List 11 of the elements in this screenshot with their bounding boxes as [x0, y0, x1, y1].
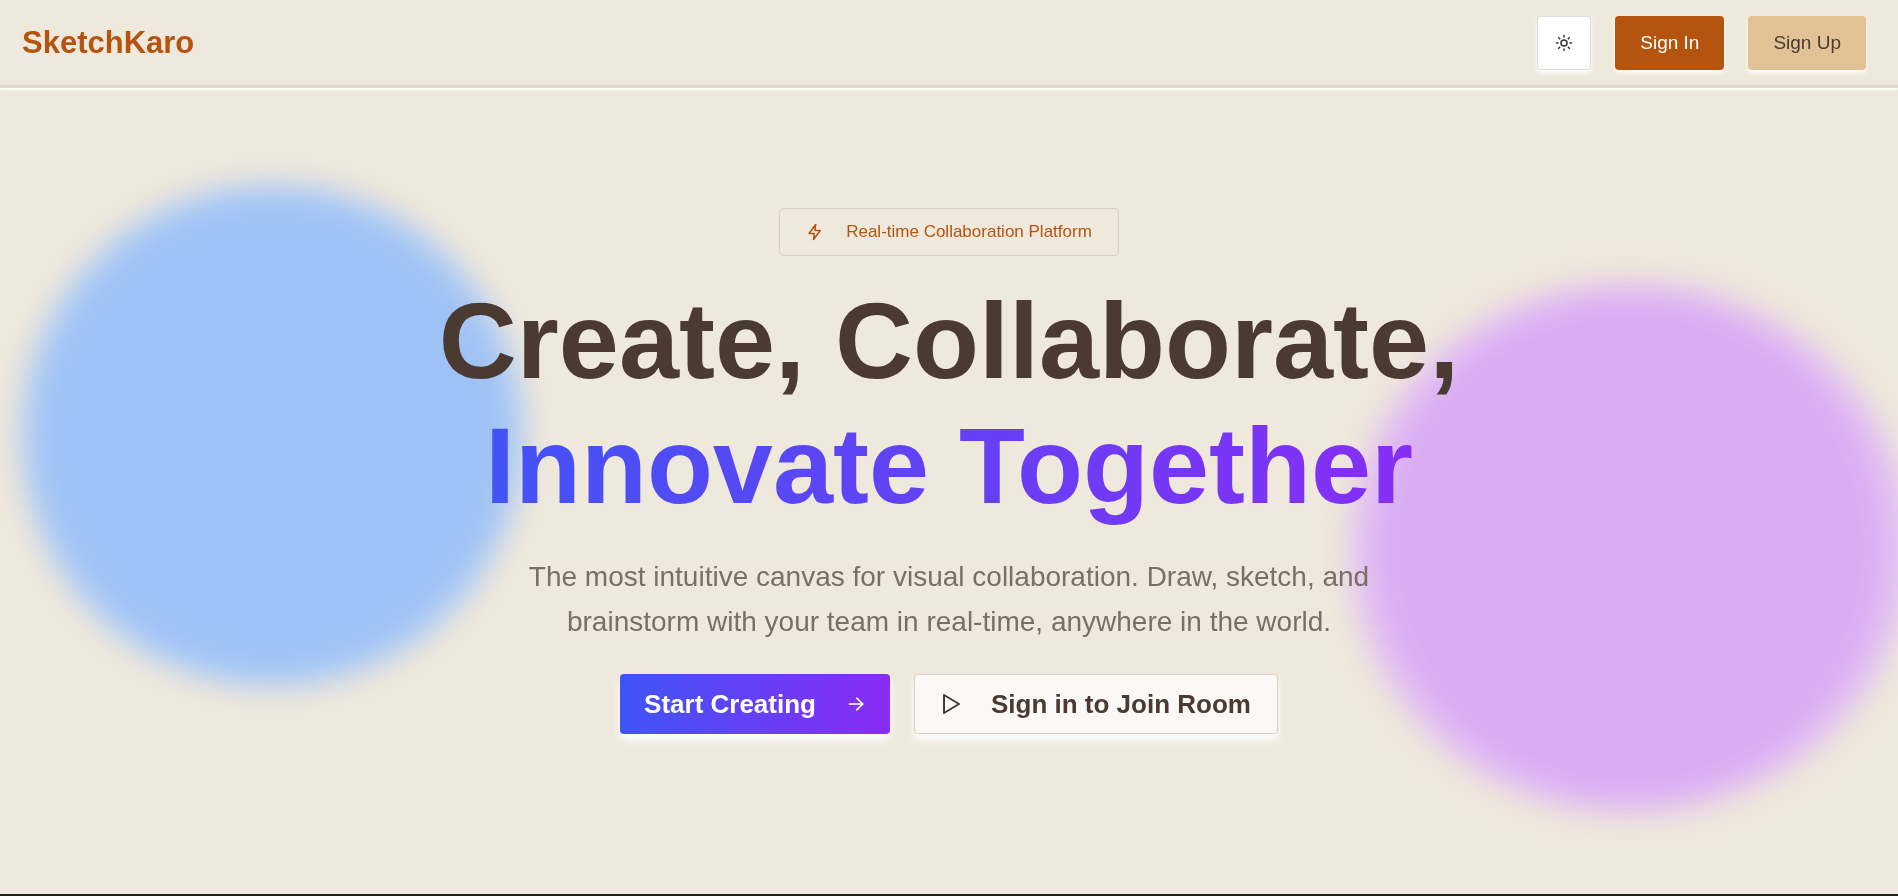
- theme-toggle-button[interactable]: [1537, 15, 1592, 70]
- sign-up-button[interactable]: Sign Up: [1748, 15, 1866, 70]
- sun-icon: [1555, 33, 1574, 52]
- badge-text: Real-time Collaboration Platform: [846, 222, 1092, 242]
- start-creating-button[interactable]: Start Creating: [620, 674, 890, 734]
- play-icon: [940, 693, 961, 715]
- headline: Create, Collaborate,: [438, 280, 1460, 401]
- join-room-button[interactable]: Sign in to Join Room: [913, 674, 1278, 734]
- logo[interactable]: SketchKaro: [22, 24, 195, 61]
- description: The most intuitive canvas for visual collaboration. Draw, sketch, and brainstorm with your team in real-time, anywhere in the world.: [527, 560, 1371, 639]
- sign-in-button[interactable]: Sign In: [1615, 15, 1725, 70]
